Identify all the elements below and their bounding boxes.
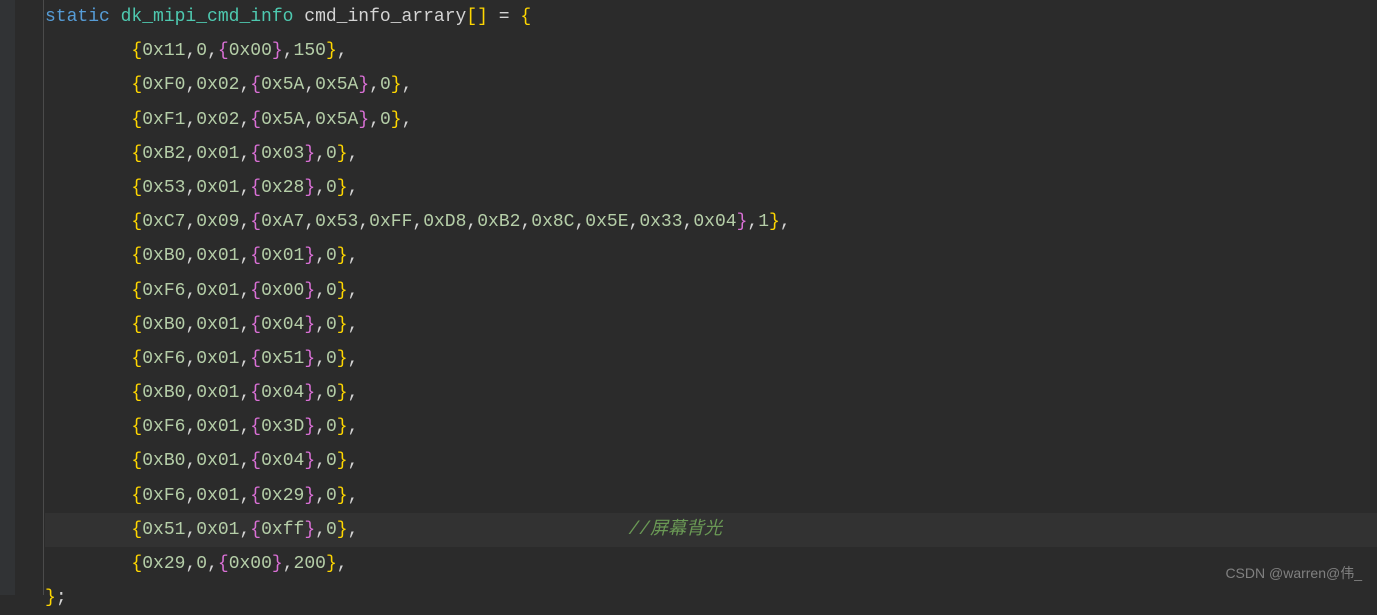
code-line-declaration[interactable]: static dk_mipi_cmd_info cmd_info_arrary[… (45, 0, 1377, 34)
code-line-data[interactable]: {0xF6,0x01,{0x3D},0}, (45, 410, 1377, 444)
code-editor[interactable]: static dk_mipi_cmd_info cmd_info_arrary[… (0, 0, 1377, 595)
code-line-data[interactable]: {0xF6,0x01,{0x51},0}, (45, 342, 1377, 376)
indent-guide (43, 0, 44, 595)
code-line-data[interactable]: {0xF1,0x02,{0x5A,0x5A},0}, (45, 103, 1377, 137)
code-line-data[interactable]: {0xB0,0x01,{0x01},0}, (45, 239, 1377, 273)
code-line-data[interactable]: {0xB2,0x01,{0x03},0}, (45, 137, 1377, 171)
code-area[interactable]: static dk_mipi_cmd_info cmd_info_arrary[… (15, 0, 1377, 595)
code-line-data[interactable]: {0x51,0x01,{0xff},0}, //屏幕背光 (45, 513, 1377, 547)
code-line-data[interactable]: {0x53,0x01,{0x28},0}, (45, 171, 1377, 205)
code-line-data[interactable]: {0xC7,0x09,{0xA7,0x53,0xFF,0xD8,0xB2,0x8… (45, 205, 1377, 239)
code-line-data[interactable]: {0xF6,0x01,{0x29},0}, (45, 479, 1377, 513)
code-line-close[interactable]: }; (45, 581, 1377, 615)
code-line-data[interactable]: {0xF0,0x02,{0x5A,0x5A},0}, (45, 68, 1377, 102)
line-gutter (0, 0, 15, 595)
code-line-data[interactable]: {0x29,0,{0x00},200}, (45, 547, 1377, 581)
code-line-data[interactable]: {0xB0,0x01,{0x04},0}, (45, 308, 1377, 342)
code-line-data[interactable]: {0xB0,0x01,{0x04},0}, (45, 376, 1377, 410)
code-line-data[interactable]: {0xF6,0x01,{0x00},0}, (45, 274, 1377, 308)
code-line-data[interactable]: {0x11,0,{0x00},150}, (45, 34, 1377, 68)
watermark: CSDN @warren@伟_ (1225, 560, 1362, 587)
code-line-data[interactable]: {0xB0,0x01,{0x04},0}, (45, 444, 1377, 478)
